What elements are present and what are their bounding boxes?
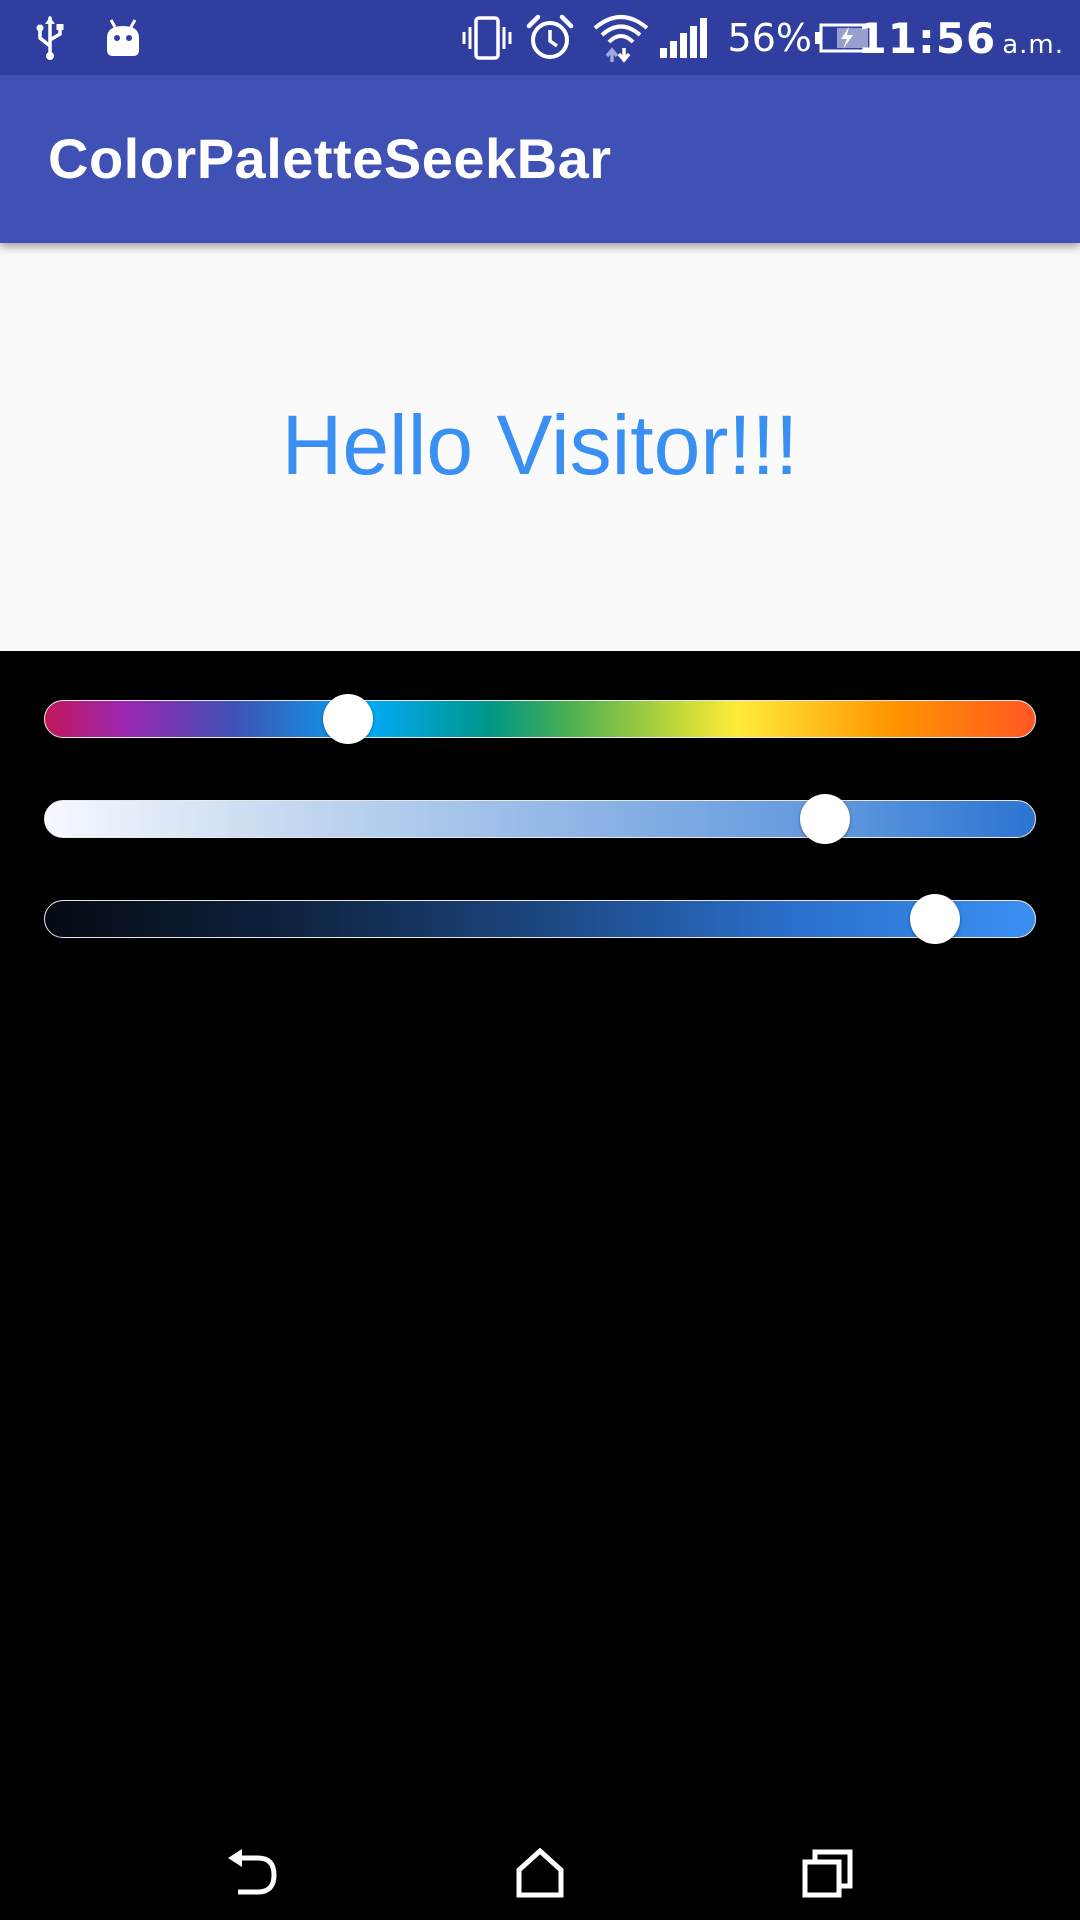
greeting-text: Hello Visitor!!! [281,397,799,492]
navigation-bar [0,1831,1080,1920]
clock: 11:56 a.m. [858,0,1065,75]
app-title: ColorPaletteSeekBar [48,127,612,190]
darkness-seekbar[interactable] [44,894,1036,944]
lightness-seekbar[interactable] [44,794,1036,844]
clock-time: 11:56 [857,14,997,63]
color-palette-seekbar[interactable] [44,694,1036,744]
lightness-thumb[interactable] [800,794,851,844]
wifi-icon [592,0,650,75]
recents-icon [802,1848,854,1903]
android-debug-icon [100,0,146,75]
darkness-thumb[interactable] [909,894,960,944]
vibrate-icon [462,0,512,75]
status-bar: 56% 11:56 a.m. [0,0,1080,75]
darkness-track[interactable] [44,900,1036,938]
clock-ampm: a.m. [1002,30,1064,60]
cell-signal-icon [660,0,708,75]
lightness-track[interactable] [44,800,1036,838]
app-bar: ColorPaletteSeekBar [0,75,1080,243]
alarm-icon [524,0,576,75]
back-icon [224,1848,280,1903]
home-icon [515,1847,565,1903]
color-palette-track[interactable] [44,700,1036,738]
home-button[interactable] [480,1831,600,1920]
greeting-panel: Hello Visitor!!! [0,243,1080,651]
color-palette-thumb[interactable] [323,694,374,744]
usb-icon [30,0,70,75]
back-button[interactable] [192,1831,312,1920]
battery-percent: 56% [727,16,812,60]
recents-button[interactable] [768,1831,888,1920]
